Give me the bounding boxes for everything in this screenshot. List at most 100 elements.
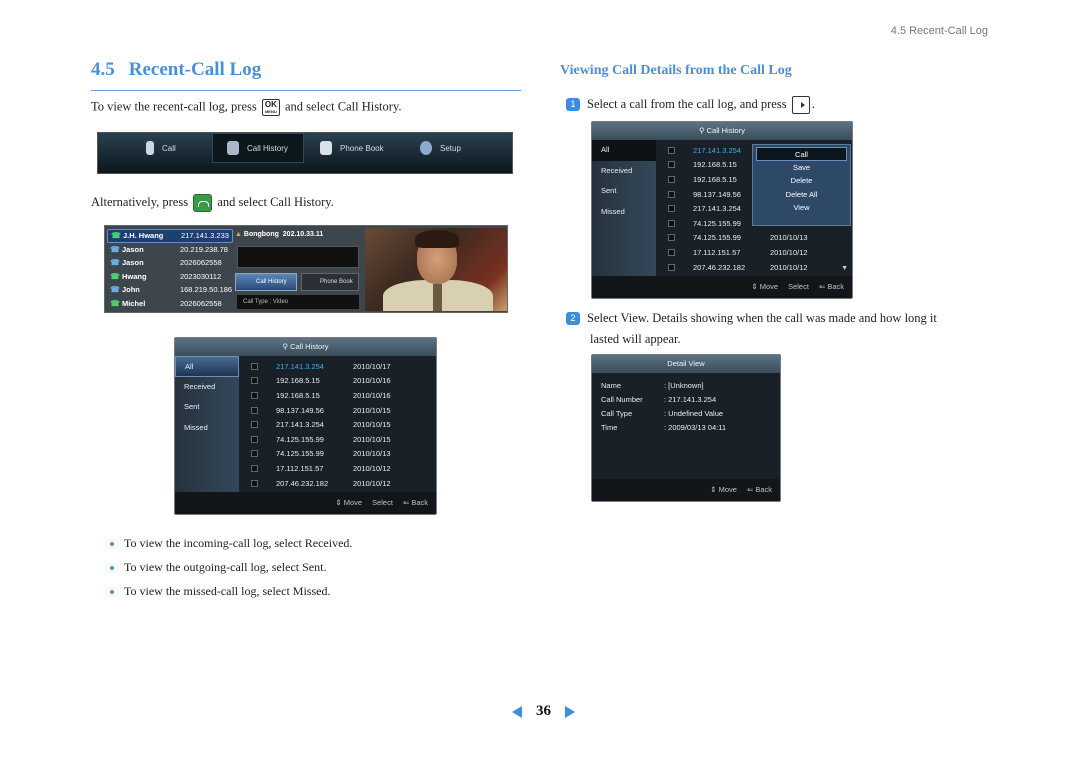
call-history-icon: ⚲ (699, 126, 707, 135)
alt-paragraph: Alternatively, press and select Call His… (91, 194, 334, 212)
row-checkbox[interactable] (251, 479, 258, 487)
row-checkbox[interactable] (668, 175, 675, 183)
panel-footer: ⇕ Move Select ⇐ Back (175, 492, 436, 514)
call-log-row[interactable]: 217.141.3.254 2010/10/17 (251, 359, 391, 374)
menu-item-setup[interactable]: Setup (420, 133, 500, 163)
menu-save[interactable]: Save (753, 161, 850, 175)
row-checkbox[interactable] (251, 406, 258, 414)
call-info-panel: ▲ Bongbong 202.10.33.11 Call History Pho… (235, 229, 363, 311)
phone-icon: ☎ (110, 271, 120, 281)
contact-row[interactable]: ☎ Jason 20.219.238.78 (107, 243, 233, 257)
call-log-row[interactable]: 74.125.155.99 2010/10/13 (668, 231, 808, 246)
row-date: 2010/10/15 (353, 434, 391, 444)
row-checkbox[interactable] (251, 377, 258, 385)
panel-footer: ⇕ Move Select ⇐ Back (592, 276, 852, 298)
row-checkbox[interactable] (668, 146, 675, 154)
row-ip: 217.141.3.254 (276, 361, 324, 371)
bullet-list: To view the incoming-call log, select Re… (110, 536, 352, 608)
detail-view-panel: Detail View Name: [Unknown] Call Number:… (591, 354, 781, 502)
select-hint: Select (372, 498, 393, 507)
row-ip: 192.168.5.15 (276, 390, 320, 400)
user-icon: ▲ (235, 231, 242, 238)
tab-received[interactable]: Received (175, 377, 239, 398)
phone-icon: ☎ (111, 231, 121, 241)
menu-item-call-history[interactable]: Call History (212, 133, 304, 163)
step-2: 2 Select View. Details showing when the c… (566, 311, 937, 326)
menu-delete[interactable]: Delete (753, 174, 850, 188)
row-checkbox[interactable] (668, 263, 675, 271)
detail-fields: Name: [Unknown] Call Number: 217.141.3.2… (601, 381, 726, 437)
next-page-icon[interactable] (565, 705, 575, 718)
call-log-row[interactable]: 17.112.151.57 2010/10/12 (668, 245, 808, 260)
panel-header: ⚲ Call History (592, 122, 852, 140)
call-log-row[interactable]: 192.168.5.15 2010/10/16 (251, 388, 391, 403)
move-hint: ⇕ Move (335, 498, 363, 507)
phone-icon: ☎ (110, 298, 120, 308)
call-log-list: 217.141.3.254 2010/10/17 192.168.5.15 2010/… (251, 359, 391, 490)
running-head: 4.5 Recent-Call Log (890, 25, 988, 37)
phone-book-button[interactable]: Phone Book (301, 273, 359, 291)
call-log-row[interactable]: 98.137.149.56 2010/10/15 (251, 403, 391, 418)
tab-sent[interactable]: Sent (175, 397, 239, 418)
phone-icon (146, 141, 154, 155)
tab-missed[interactable]: Missed (592, 202, 656, 223)
select-key-icon (791, 96, 810, 114)
page-navigation: 36 (512, 703, 575, 720)
call-log-row[interactable]: 207.46.232.182 2010/10/12 (668, 260, 808, 275)
row-date: 2010/10/12 (770, 247, 808, 257)
menu-item-call[interactable]: Call (146, 133, 206, 163)
menu-view[interactable]: View (753, 201, 850, 215)
row-date: 2010/10/12 (770, 262, 808, 272)
bullet-item: To view the incoming-call log, select Re… (110, 536, 352, 560)
row-checkbox[interactable] (668, 205, 675, 213)
call-log-row[interactable]: 74.125.155.99 2010/10/15 (251, 432, 391, 447)
context-menu: Call Save Delete Delete All View (752, 144, 851, 226)
phone-icon: ☎ (110, 258, 120, 268)
call-log-row[interactable]: 17.112.151.57 2010/10/12 (251, 461, 391, 476)
call-log-row[interactable]: 74.125.155.99 2010/10/13 (251, 447, 391, 462)
detail-row: Time: 2009/03/13 04:11 (601, 423, 726, 432)
row-date: 2010/10/13 (353, 449, 391, 459)
call-log-row[interactable]: 217.141.3.254 2010/10/15 (251, 417, 391, 432)
row-checkbox[interactable] (251, 362, 258, 370)
call-log-row[interactable]: 192.168.5.15 2010/10/16 (251, 374, 391, 389)
row-checkbox[interactable] (251, 421, 258, 429)
phone-book-icon (320, 141, 332, 155)
panel-footer: ⇕ Move ⇐ Back (592, 479, 780, 501)
bullet-item: To view the missed-call log, select Miss… (110, 584, 352, 608)
tab-all[interactable]: All (592, 140, 656, 161)
tab-received[interactable]: Received (592, 161, 656, 182)
row-checkbox[interactable] (251, 450, 258, 458)
caller-info: ▲ Bongbong 202.10.33.11 (235, 231, 324, 238)
row-checkbox[interactable] (668, 234, 675, 242)
row-date: 2010/10/12 (353, 463, 391, 473)
video-placeholder (237, 246, 359, 268)
previous-page-icon[interactable] (512, 705, 522, 718)
row-date: 2010/10/16 (353, 376, 391, 386)
row-ip: 192.168.5.15 (276, 376, 320, 386)
menu-item-phone-book[interactable]: Phone Book (320, 133, 410, 163)
filter-tabs: All Received Sent Missed (592, 140, 656, 276)
gear-icon (420, 141, 432, 155)
contact-row[interactable]: ☎ Hwang 2023030112 (107, 270, 233, 284)
row-checkbox[interactable] (251, 391, 258, 399)
row-checkbox[interactable] (668, 219, 675, 227)
tab-missed[interactable]: Missed (175, 418, 239, 439)
menu-call[interactable]: Call (756, 147, 847, 161)
contact-row[interactable]: ☎ Michel 2026062558 (107, 297, 233, 311)
call-history-button[interactable]: Call History (235, 273, 297, 291)
scroll-down-icon[interactable]: ▼ (841, 265, 848, 272)
call-log-row[interactable]: 207.46.232.182 2010/10/12 (251, 476, 391, 491)
tab-sent[interactable]: Sent (592, 181, 656, 202)
contact-row[interactable]: ☎ Jason 2026062558 (107, 256, 233, 270)
video-feed-image (365, 228, 507, 311)
row-checkbox[interactable] (668, 161, 675, 169)
row-checkbox[interactable] (668, 190, 675, 198)
row-checkbox[interactable] (251, 464, 258, 472)
row-checkbox[interactable] (668, 248, 675, 256)
menu-delete-all[interactable]: Delete All (753, 188, 850, 202)
contact-row[interactable]: ☎ J.H. Hwang 217.141.3.233 (107, 229, 233, 243)
contact-row[interactable]: ☎ John 168.219.50.186 (107, 283, 233, 297)
tab-all[interactable]: All (175, 356, 239, 377)
row-checkbox[interactable] (251, 435, 258, 443)
